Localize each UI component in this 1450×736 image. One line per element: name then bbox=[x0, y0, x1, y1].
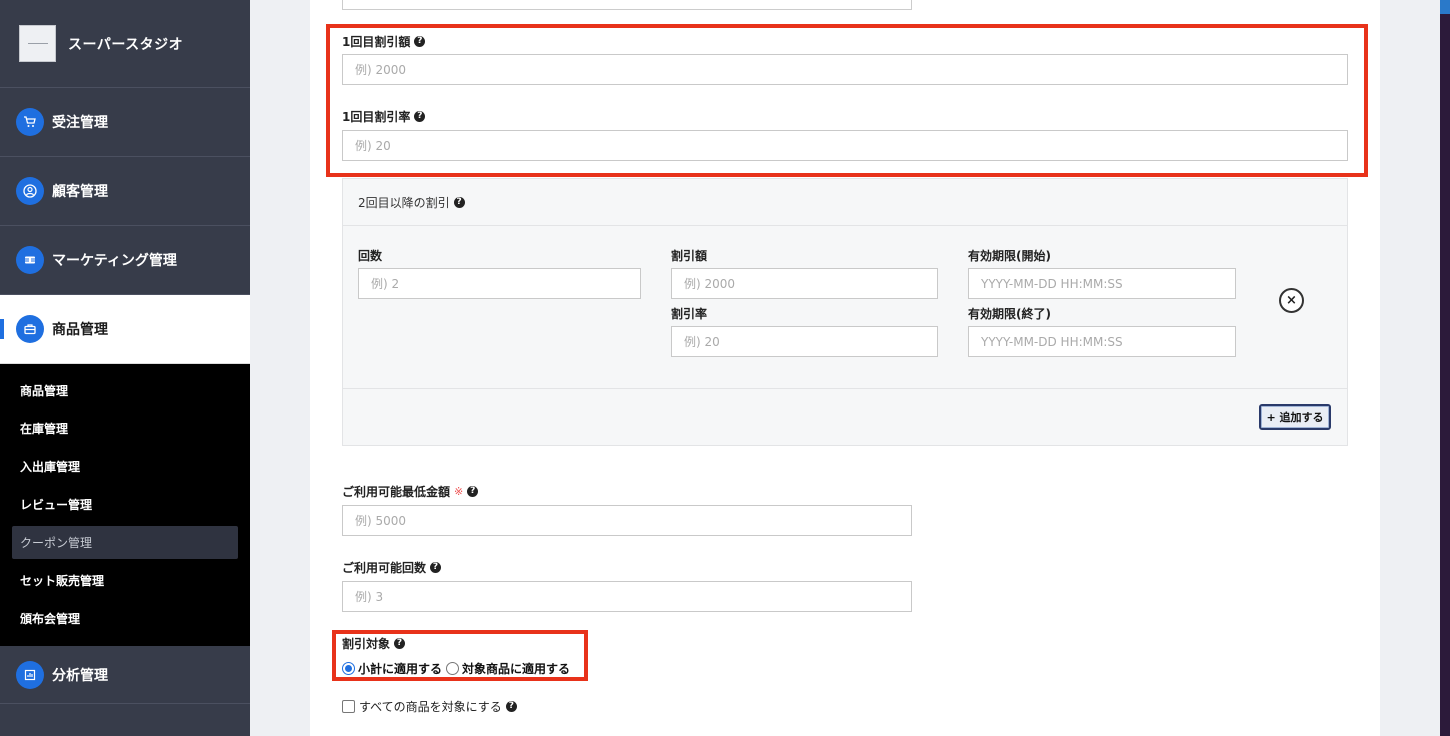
panel-footer bbox=[343, 388, 1347, 446]
add-row-button[interactable]: + 追加する bbox=[1259, 404, 1331, 430]
repeat-count-input[interactable] bbox=[358, 268, 641, 299]
nav-item-marketing[interactable]: マーケティング管理 bbox=[0, 226, 250, 295]
radio-target-products[interactable] bbox=[446, 662, 460, 675]
radio-target-products-label[interactable]: 対象商品に適用する bbox=[462, 660, 570, 677]
label-text: ご利用可能回数 bbox=[342, 561, 427, 575]
min-amount-input[interactable] bbox=[342, 505, 912, 536]
repeat-discount-title: 2回目以降の割引 ? bbox=[358, 194, 465, 211]
nav-item-analytics[interactable]: 分析管理 bbox=[0, 646, 250, 704]
first-discount-rate-input[interactable] bbox=[342, 130, 1348, 161]
min-amount-label: ご利用可能最低金額 ※ ? bbox=[342, 483, 479, 500]
help-icon[interactable]: ? bbox=[505, 701, 517, 712]
label-text: 割引対象 bbox=[342, 637, 391, 651]
repeat-start-input[interactable] bbox=[968, 268, 1236, 299]
nav-item-products[interactable]: 商品管理 bbox=[0, 295, 250, 364]
discount-target-label: 割引対象 ? bbox=[342, 635, 406, 652]
repeat-count-label: 回数 bbox=[358, 249, 383, 263]
first-discount-rate-label: 1回目割引率 ? bbox=[342, 108, 426, 125]
repeat-start-label: 有効期限(開始) bbox=[968, 249, 1051, 263]
briefcase-icon bbox=[16, 315, 44, 343]
submenu-item-products[interactable]: 商品管理 bbox=[12, 374, 238, 407]
help-icon[interactable]: ? bbox=[394, 638, 406, 649]
all-products-label[interactable]: すべての商品を対象にする bbox=[359, 698, 502, 715]
help-icon[interactable]: ? bbox=[467, 486, 479, 497]
brand-logo bbox=[19, 25, 56, 62]
radio-subtotal[interactable] bbox=[342, 662, 355, 675]
panel-header: 2回目以降の割引 ? bbox=[343, 179, 1347, 226]
nav-label: 分析管理 bbox=[52, 667, 108, 684]
remove-row-button[interactable]: × bbox=[1279, 288, 1304, 313]
title-text: 2回目以降の割引 bbox=[358, 196, 450, 210]
nav-label: 顧客管理 bbox=[52, 184, 108, 200]
radio-subtotal-label[interactable]: 小計に適用する bbox=[358, 660, 442, 677]
submenu-item-set-sales[interactable]: セット販売管理 bbox=[12, 564, 238, 597]
submenu-item-reviews[interactable]: レビュー管理 bbox=[12, 488, 238, 521]
repeat-amount-input[interactable] bbox=[671, 268, 938, 299]
usage-count-input[interactable] bbox=[342, 581, 912, 612]
nav-item-customers[interactable]: 顧客管理 bbox=[0, 157, 250, 226]
usage-count-label: ご利用可能回数 ? bbox=[342, 559, 442, 576]
products-submenu: 商品管理 在庫管理 入出庫管理 レビュー管理 クーポン管理 セット販売管理 頒布… bbox=[0, 364, 250, 646]
all-products-row: すべての商品を対象にする ? bbox=[342, 698, 517, 715]
window-edge bbox=[1440, 0, 1450, 736]
cart-icon bbox=[16, 108, 44, 136]
help-icon[interactable]: ? bbox=[414, 111, 426, 122]
nav-label: 商品管理 bbox=[52, 322, 108, 338]
repeat-amount-label: 割引額 bbox=[671, 249, 708, 263]
submenu-item-stock-io[interactable]: 入出庫管理 bbox=[12, 450, 238, 483]
brand[interactable]: スーパースタジオ bbox=[0, 0, 250, 88]
first-discount-amount-label: 1回目割引額 ? bbox=[342, 33, 426, 50]
sidebar: スーパースタジオ 受注管理 顧客管理 マーケティング管理 商品管理 商品管理 在… bbox=[0, 0, 250, 736]
all-products-checkbox[interactable] bbox=[342, 700, 355, 713]
repeat-discount-panel: 2回目以降の割引 ? bbox=[342, 178, 1348, 446]
previous-field-input[interactable] bbox=[342, 0, 912, 10]
first-discount-amount-input[interactable] bbox=[342, 54, 1348, 85]
nav-label: マーケティング管理 bbox=[52, 253, 177, 269]
repeat-end-input[interactable] bbox=[968, 326, 1236, 357]
label-text: 1回目割引額 bbox=[342, 35, 411, 49]
discount-target-options: 小計に適用する 対象商品に適用する bbox=[342, 660, 570, 677]
repeat-rate-input[interactable] bbox=[671, 326, 938, 357]
submenu-item-inventory[interactable]: 在庫管理 bbox=[12, 412, 238, 445]
repeat-rate-label: 割引率 bbox=[671, 307, 708, 321]
submenu-item-coupons[interactable]: クーポン管理 bbox=[12, 526, 238, 559]
help-icon[interactable]: ? bbox=[414, 36, 426, 47]
nav-label: 受注管理 bbox=[52, 115, 108, 131]
label-text: ご利用可能最低金額 bbox=[342, 485, 451, 499]
help-icon[interactable]: ? bbox=[453, 197, 465, 208]
required-mark: ※ bbox=[454, 485, 464, 498]
user-circle-icon bbox=[16, 177, 44, 205]
nav-item-orders[interactable]: 受注管理 bbox=[0, 88, 250, 157]
help-icon[interactable]: ? bbox=[430, 562, 442, 573]
chart-icon bbox=[16, 660, 44, 689]
mail-icon bbox=[16, 246, 44, 274]
submenu-item-subscription[interactable]: 頒布会管理 bbox=[12, 602, 238, 635]
brand-name: スーパースタジオ bbox=[68, 36, 184, 53]
repeat-end-label: 有効期限(終了) bbox=[968, 307, 1051, 321]
label-text: 1回目割引率 bbox=[342, 110, 411, 124]
